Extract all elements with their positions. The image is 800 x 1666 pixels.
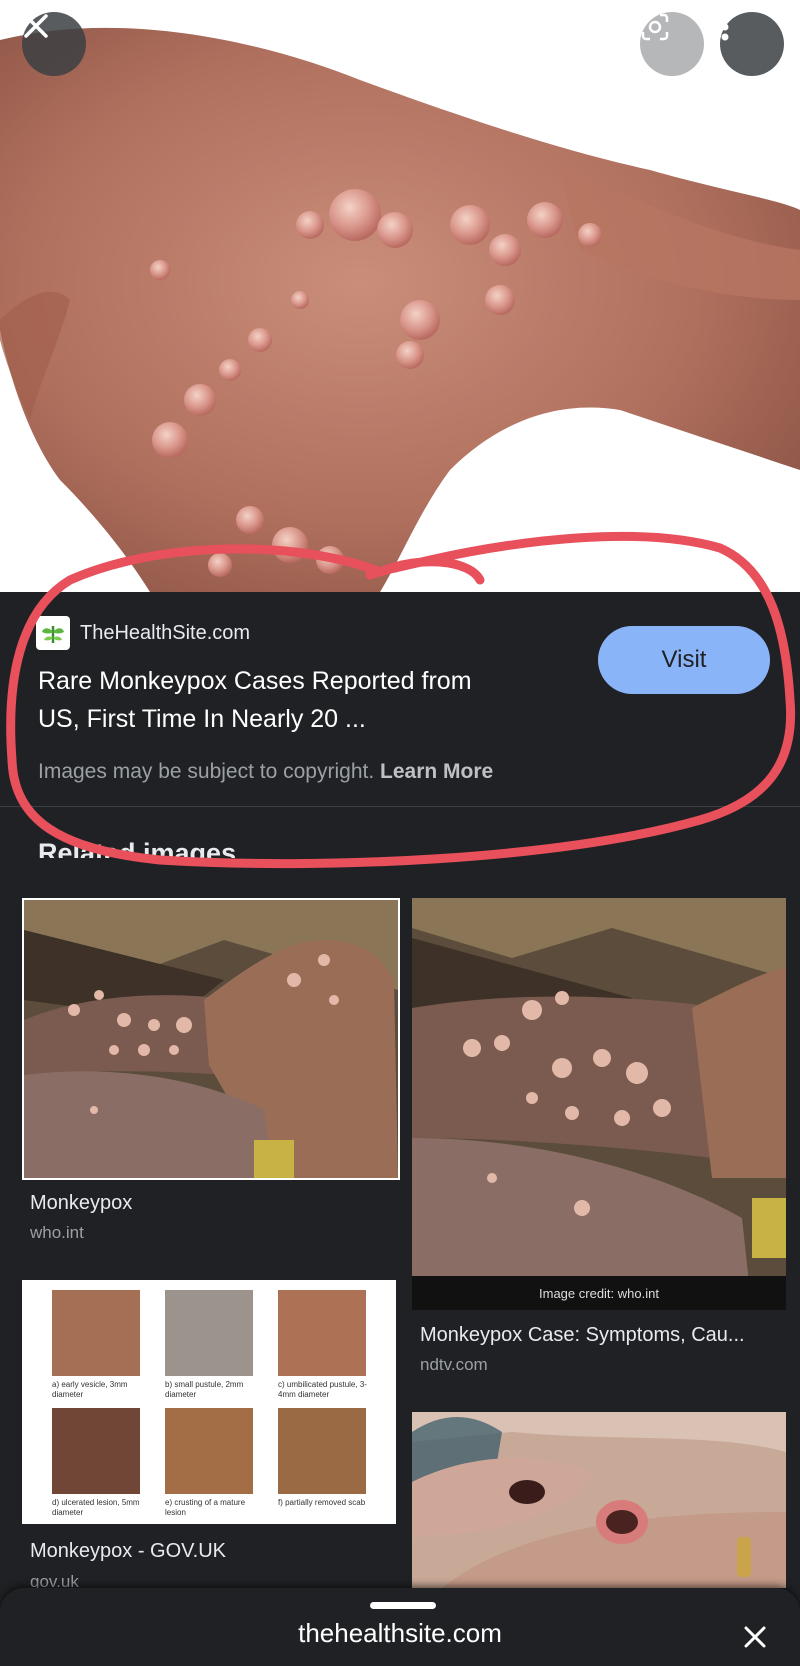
copyright-notice: Images may be subject to copyright. Lear…: [38, 760, 493, 784]
lesion-stage-caption: c) umbilicated pustule, 3-4mm diameter: [278, 1380, 367, 1399]
image-credit-caption: Image credit: who.int: [412, 1276, 786, 1310]
lesion-stage-caption: e) crusting of a mature lesion: [165, 1498, 246, 1517]
bottom-sheet[interactable]: thehealthsite.com: [0, 1588, 800, 1666]
related-image-thumb[interactable]: a) early vesicle, 3mm diameter b) small …: [22, 1280, 396, 1524]
related-image-thumb[interactable]: [412, 1412, 786, 1588]
related-images-heading: Related images: [38, 838, 237, 858]
more-vert-icon: [721, 13, 729, 41]
result-title-line-2: US, First Time In Nearly 20 ...: [38, 705, 366, 733]
related-card-title[interactable]: Monkeypox - GOV.UK: [30, 1540, 390, 1563]
main-image[interactable]: [0, 0, 800, 592]
lesion-stage-photo: [278, 1290, 366, 1376]
close-button[interactable]: [22, 12, 86, 76]
lesion-stage-caption: f) partially removed scab: [278, 1498, 366, 1507]
copyright-text: Images may be subject to copyright.: [38, 760, 375, 783]
lesion-stage-photo: [278, 1408, 366, 1494]
lesion-stage-photo: [165, 1290, 253, 1376]
lesion-stage-photo: [165, 1408, 253, 1494]
lesion-stage-photo: [52, 1408, 140, 1494]
site-name: TheHealthSite.com: [80, 621, 251, 644]
result-title-line-1: Rare Monkeypox Cases Reported from: [38, 667, 472, 695]
site-favicon-icon: [36, 616, 70, 650]
related-card-title[interactable]: Monkeypox Case: Symptoms, Cau...: [420, 1324, 782, 1347]
lesion-stage-caption: a) early vesicle, 3mm diameter: [52, 1380, 128, 1399]
result-title[interactable]: Rare Monkeypox Cases Reported from US, F…: [38, 662, 558, 738]
sheet-close-button[interactable]: [738, 1620, 772, 1654]
lesion-stage-caption: d) ulcerated lesion, 5mm diameter: [52, 1498, 140, 1517]
site-attribution[interactable]: TheHealthSite.com: [36, 616, 250, 650]
result-info-panel: TheHealthSite.com Rare Monkeypox Cases R…: [0, 592, 800, 804]
close-icon: [24, 14, 48, 38]
related-card-source: ndtv.com: [420, 1355, 488, 1374]
lesion-stage-photo: [52, 1290, 140, 1376]
drag-handle[interactable]: [370, 1602, 436, 1609]
visit-button[interactable]: Visit: [598, 626, 770, 694]
divider: [0, 806, 800, 807]
hand-rash-photo: [0, 0, 800, 592]
more-options-button[interactable]: [720, 12, 784, 76]
google-lens-icon: [641, 13, 669, 41]
related-card-title[interactable]: Monkeypox: [30, 1192, 390, 1215]
related-card-source: who.int: [30, 1223, 84, 1242]
related-image-thumb[interactable]: Image credit: who.int: [412, 898, 786, 1310]
sheet-url: thehealthsite.com: [298, 1618, 502, 1648]
learn-more-link[interactable]: Learn More: [380, 760, 493, 783]
related-image-thumb[interactable]: [22, 898, 400, 1180]
close-icon: [744, 1626, 766, 1648]
lesion-stage-caption: b) small pustule, 2mm diameter: [165, 1380, 244, 1399]
google-lens-button[interactable]: [640, 12, 704, 76]
